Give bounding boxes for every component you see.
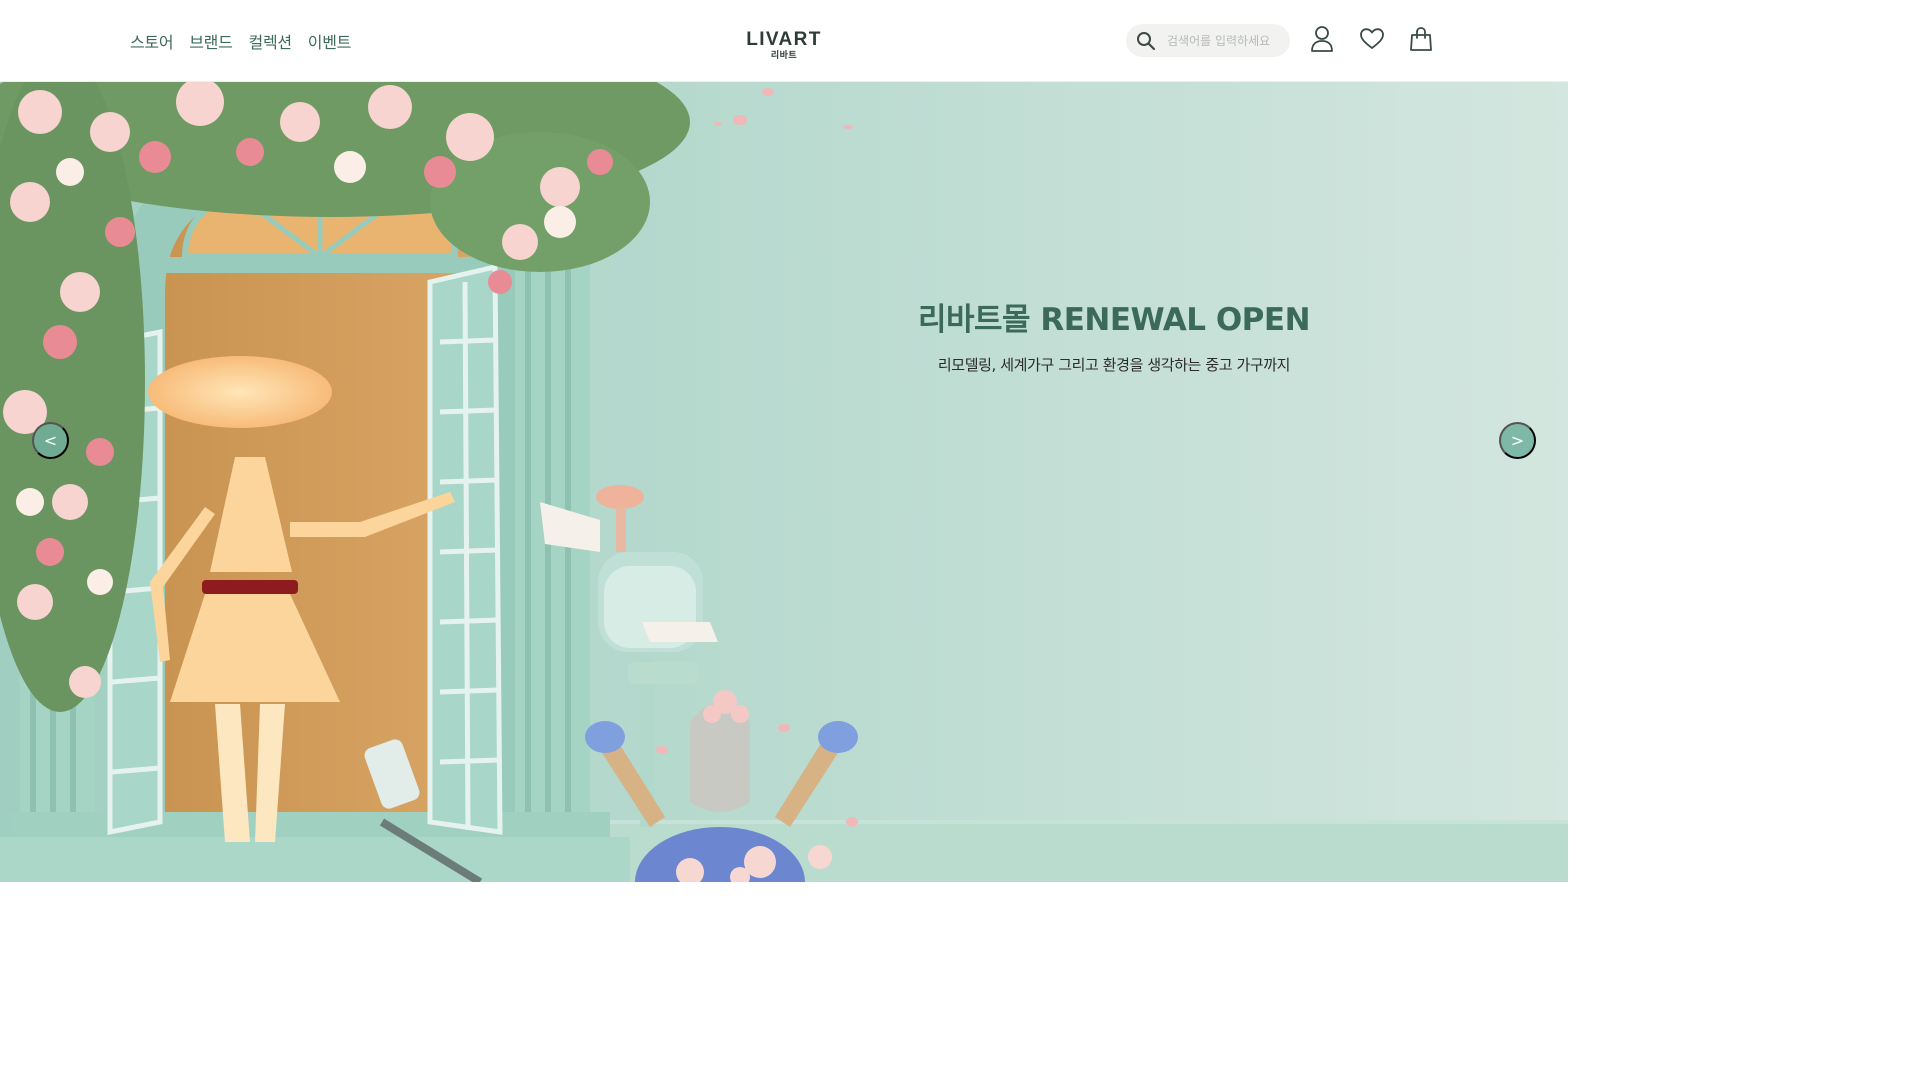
hero-banner: 리바트몰 RENEWAL OPEN 리모델링, 세계가구 그리고 환경을 생각하… bbox=[0, 82, 1568, 882]
carousel-next-button[interactable]: > bbox=[1499, 422, 1536, 459]
search-icon[interactable] bbox=[1135, 30, 1157, 52]
search-bar bbox=[1126, 24, 1290, 57]
site-header: 스토어 브랜드 컬렉션 이벤트 LIVART 리바트 bbox=[0, 0, 1568, 82]
heart-icon bbox=[1359, 27, 1385, 55]
main-nav: 스토어 브랜드 컬렉션 이벤트 bbox=[130, 0, 351, 82]
hero-title: 리바트몰 RENEWAL OPEN bbox=[917, 302, 1311, 338]
user-button[interactable] bbox=[1305, 24, 1339, 58]
wishlist-button[interactable] bbox=[1355, 24, 1389, 58]
logo-text: LIVART bbox=[746, 29, 822, 50]
shopping-bag-icon bbox=[1409, 26, 1433, 56]
search-input[interactable] bbox=[1167, 33, 1283, 48]
hero-subtitle: 리모델링, 세계가구 그리고 환경을 생각하는 중고 가구까지 bbox=[937, 356, 1291, 374]
nav-item-collection[interactable]: 컬렉션 bbox=[249, 29, 293, 53]
nav-item-event[interactable]: 이벤트 bbox=[308, 29, 352, 53]
logo-subtext: 리바트 bbox=[770, 51, 798, 61]
livart-logo[interactable]: LIVART 리바트 bbox=[744, 29, 824, 62]
carousel-prev-button[interactable]: < bbox=[32, 422, 69, 459]
user-icon bbox=[1310, 25, 1334, 57]
cart-button[interactable] bbox=[1404, 24, 1438, 58]
nav-item-store[interactable]: 스토어 bbox=[130, 29, 174, 53]
arrow-left-icon: < bbox=[43, 431, 58, 450]
nav-item-brand[interactable]: 브랜드 bbox=[189, 29, 233, 53]
hero-illustration bbox=[0, 82, 1568, 882]
arrow-right-icon: > bbox=[1510, 431, 1525, 450]
